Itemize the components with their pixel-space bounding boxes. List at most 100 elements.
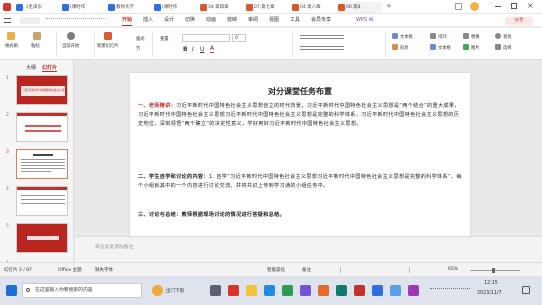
wps-writer-icon[interactable] <box>354 285 365 296</box>
taskbar-search-input[interactable]: 在这里输入你要搜索的内容 <box>22 283 142 298</box>
slide-thumbnail[interactable]: 5 <box>0 221 74 257</box>
app-icon[interactable] <box>390 285 401 296</box>
slide[interactable]: 对分课堂任务布置 一、老师精讲：习近平新时代中国特色社会主义思想创立的时代背景，… <box>130 73 470 237</box>
home-icon[interactable] <box>3 3 11 11</box>
tray-icons[interactable] <box>430 288 470 293</box>
list-icons[interactable] <box>300 46 344 50</box>
wps-taskbar-icon[interactable] <box>228 285 239 296</box>
weather-icon[interactable] <box>152 285 163 296</box>
picture-icon[interactable] <box>463 44 469 50</box>
smart-beautify-button[interactable]: 智能美化 <box>267 267 285 273</box>
select-icon[interactable] <box>495 44 501 50</box>
tab-review[interactable]: 审阅 <box>248 16 258 24</box>
menu-icon[interactable] <box>4 18 11 23</box>
slide-thumbnail[interactable]: 4 <box>0 184 74 220</box>
task-view-icon[interactable] <box>210 285 221 296</box>
app-icon[interactable] <box>336 285 347 296</box>
tab-insert[interactable]: 插入 <box>143 16 153 24</box>
avatar[interactable] <box>470 2 479 11</box>
tab-slideshow[interactable]: 放映 <box>227 16 237 24</box>
zoom-slider-handle[interactable] <box>492 268 495 273</box>
tab-wps-ai[interactable]: WPS AI <box>356 16 374 24</box>
file-menu-icon[interactable] <box>20 17 40 24</box>
section-button[interactable]: 节 <box>136 46 140 52</box>
quick-access-icons[interactable] <box>46 18 106 23</box>
new-tab-icon[interactable]: + <box>386 2 392 10</box>
tab-slides[interactable]: 幻灯片 <box>42 64 58 72</box>
missing-font-label[interactable]: 缺失字体 <box>95 267 113 273</box>
slide-title[interactable]: 对分课堂任务布置 <box>130 86 470 97</box>
slide-thumbnail[interactable]: 1 习近平新时代中国特色社会主义思想 <box>0 73 74 109</box>
app-icon[interactable] <box>282 285 293 296</box>
app-icon[interactable] <box>318 285 329 296</box>
new-slide-icon[interactable] <box>104 32 112 40</box>
textbox-button[interactable]: 文本框 <box>400 34 413 40</box>
picture-button[interactable]: 图片 <box>471 45 480 51</box>
windows-start-icon[interactable] <box>6 285 17 296</box>
maximize-icon[interactable] <box>511 3 517 9</box>
document-tab[interactable]: 04.第八章 <box>290 2 334 13</box>
tab-home[interactable]: 开始 <box>122 16 133 26</box>
document-tab-active[interactable]: 00.第8 <box>336 2 382 13</box>
paragraph-summary[interactable]: 三、讨论与总结：教师根据现场讨论的情况进行答疑和总结。 <box>138 211 462 220</box>
reset-button[interactable]: 重置 <box>160 36 169 42</box>
font-name-select[interactable] <box>182 34 230 42</box>
minimize-icon[interactable] <box>495 6 501 7</box>
share-button[interactable]: 分享 <box>505 17 533 25</box>
arrange-button[interactable]: 排列 <box>438 34 447 40</box>
slide-thumbnail[interactable]: 2 <box>0 110 74 146</box>
play-icon[interactable] <box>67 32 75 40</box>
font-color-icon[interactable]: A <box>210 46 215 53</box>
document-tab[interactable]: 《毛泽东 <box>14 2 58 13</box>
align-icons[interactable] <box>300 35 344 39</box>
app-icon[interactable] <box>300 285 311 296</box>
tab-member[interactable]: 会员专享 <box>311 16 331 24</box>
format-painter-icon[interactable] <box>7 32 15 40</box>
document-tab[interactable]: (课时作 <box>152 2 196 13</box>
paste-icon[interactable] <box>33 32 41 40</box>
notes-button[interactable]: 备注 <box>302 267 311 273</box>
document-tab[interactable]: 教师大学 <box>106 2 150 13</box>
tab-view[interactable]: 视图 <box>269 16 279 24</box>
notification-icon[interactable] <box>522 286 530 294</box>
document-tab[interactable]: 34.第四章 <box>198 2 242 13</box>
paragraph-teacher[interactable]: 一、老师精讲：习近平新时代中国特色社会主义思想创立的时代背景，习近平新时代中国特… <box>138 102 462 130</box>
select-button[interactable]: 选择 <box>503 45 512 51</box>
app-icon[interactable] <box>408 285 419 296</box>
layout-button[interactable]: 版式 <box>136 36 145 42</box>
find-button[interactable]: 查找 <box>503 34 512 40</box>
view-icons[interactable] <box>340 267 410 273</box>
zoom-slider[interactable] <box>470 270 520 271</box>
format-painter-label[interactable]: 格式刷 <box>5 43 18 49</box>
tab-transitions[interactable]: 切换 <box>185 16 195 24</box>
document-tab[interactable]: 07.第七章 <box>244 2 288 13</box>
bold-icon[interactable]: B <box>183 46 188 53</box>
tab-outline[interactable]: 大纲 <box>26 64 36 71</box>
textbox2-button[interactable]: 文本框 <box>438 45 451 51</box>
document-tab[interactable]: (课时作 <box>60 2 104 13</box>
tab-list-icon[interactable] <box>455 3 462 10</box>
underline-icon[interactable]: U <box>200 46 204 53</box>
font-size-select[interactable]: 0 <box>232 34 246 42</box>
italic-icon[interactable]: I <box>192 46 194 53</box>
clock-time[interactable]: 12:15 <box>484 281 498 286</box>
current-start-label[interactable]: 当前开始 <box>62 43 79 49</box>
notes-pane[interactable]: 单击此处添加备注 <box>75 236 542 262</box>
replace-button[interactable]: 替换 <box>471 34 480 40</box>
textbox2-icon[interactable] <box>430 44 436 50</box>
clock-date[interactable]: 2023/11/7 <box>477 291 502 296</box>
explorer-icon[interactable] <box>246 285 257 296</box>
tab-tools[interactable]: 工具 <box>290 16 300 24</box>
shapes-button[interactable]: 形状 <box>400 45 409 51</box>
slide-thumbnail-selected[interactable]: 3 <box>0 147 74 183</box>
browser-icon[interactable] <box>264 285 275 296</box>
find-icon[interactable] <box>495 33 501 39</box>
paragraph-student[interactable]: 二、学生自学和讨论的内容：1. 自学“习近平新时代中国特色社会主义思想习近平新时… <box>138 173 462 191</box>
shapes-icon[interactable] <box>392 44 398 50</box>
textbox-icon[interactable] <box>392 33 398 39</box>
paste-label[interactable]: 粘贴 <box>31 43 40 49</box>
app-icon[interactable] <box>372 285 383 296</box>
tab-animations[interactable]: 动画 <box>206 16 216 24</box>
replace-icon[interactable] <box>463 33 469 39</box>
tab-design[interactable]: 设计 <box>164 16 174 24</box>
